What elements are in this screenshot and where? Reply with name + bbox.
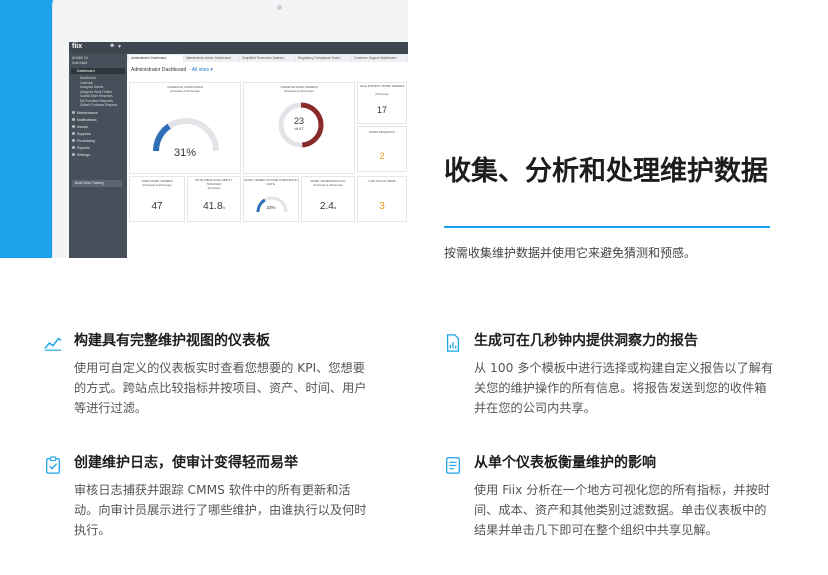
bell-icon [72,118,75,121]
book-training-button[interactable]: Book Video Training [72,180,122,187]
site-filter-dropdown[interactable]: - All sites ▾ [189,67,213,73]
sidebar-item-dashboard[interactable]: Dashboard [71,68,125,74]
app-topbar: fiix ☻ ▾ [69,42,408,54]
chevron-down-icon[interactable]: ▾ [118,43,121,50]
sidebar-subitem[interactable]: Submit Purchase Request [80,103,117,107]
sidebar-subitem[interactable]: Submit Work Requests [80,94,113,98]
title-divider [444,226,770,228]
user-icon[interactable]: ☻ [109,43,115,49]
sidebar-subitem[interactable]: Dashboard [80,76,96,80]
on-time-gauge [256,196,288,213]
tab-regulatory[interactable]: Regulatory Compliance Dash... [296,55,351,62]
sidebar-subitem[interactable]: Assigned Assets [80,85,103,89]
dashboard-screenshot: fiix ☻ ▾ ADMIN CIL Zoie Kaidi Dashboard … [69,42,408,258]
mttr-panel[interactable]: MTTR (MEAN AVAILABILITY TRACKER) All Ass… [187,176,241,222]
sidebar-subitem[interactable]: My Purchase Requests [80,99,113,103]
overdue-of: of 47 [294,126,304,131]
dashboard-tabs: Administrator Dashboard Maintenance Admi… [127,54,408,62]
backlog-panel[interactable]: WORK ORDER BACKLOG All Assets & All Grou… [301,176,355,222]
assets-icon [72,125,75,128]
work-requests-panel[interactable]: WORK REQUESTS 2 [357,126,407,172]
sidebar-item-assets[interactable]: Assets [72,125,88,129]
on-time-panel[interactable]: WORK ORDER ON-TIME COMPLETION RATE 33% [243,176,299,222]
clipboard-check-icon [46,456,60,474]
sidebar-item-settings[interactable]: Settings [72,153,90,157]
sidebar-item-reports[interactable]: Reports [72,146,90,150]
open-work-orders-panel[interactable]: OPEN WORK ORDERS All Assets & All Groups… [129,176,185,222]
tab-maintenance-admin[interactable]: Maintenance Admin Dashboard [184,55,239,62]
list-document-icon [446,457,460,474]
tab-administrator[interactable]: Administrator Dashboard [129,55,183,62]
overdue-value: 23 [293,116,304,126]
laptop-camera [277,5,282,10]
tab-customer-support[interactable]: Customer Support Dashboard [352,55,407,62]
page-subtitle: 按需收集维护数据并使用它来避免猜测和预感。 [444,246,697,260]
maintenance-icon [72,111,75,114]
overdue-work-orders-panel[interactable]: OVERDUE WORK ORDERS All Assets & All Gro… [243,82,355,174]
cart-icon [72,139,75,142]
gear-icon [72,153,75,156]
sidebar-item-supplies[interactable]: Supplies [72,132,91,136]
report-icon [72,146,75,149]
fiix-logo: fiix [72,43,83,50]
document-chart-icon [446,334,460,352]
supplies-icon [72,132,75,135]
tab-technician[interactable]: Simplified Technician Dashbo... [240,55,295,62]
sidebar-item-purchasing[interactable]: Purchasing [72,139,95,143]
page-title: 收集、分析和处理维护数据 [444,156,768,187]
schedule-compliance-value: 31% [173,147,197,159]
app-sidebar: ADMIN CIL Zoie Kaidi Dashboard Dashboard… [69,54,127,258]
sidebar-item-maintenance[interactable]: Maintenance [72,111,98,115]
sidebar-subitem[interactable]: Assigned Work Orders [80,90,112,94]
line-chart-icon [44,337,62,351]
schedule-compliance-panel[interactable]: SCHEDULE COMPLIANCE All Assets & All Gro… [129,82,241,174]
sidebar-item-notifications[interactable]: Notifications [72,118,97,122]
high-priority-panel[interactable]: HIGH PRIORITY WORK ORDERS All Groups 17 [357,82,407,124]
sidebar-user: ADMIN CIL Zoie Kaidi [72,56,90,65]
low-stock-panel[interactable]: LOW STOCK ITEMS 3 [357,176,407,222]
dashboard-title: Administrator Dashboard [131,67,187,73]
sidebar-subitem[interactable]: Calendar [80,81,93,85]
